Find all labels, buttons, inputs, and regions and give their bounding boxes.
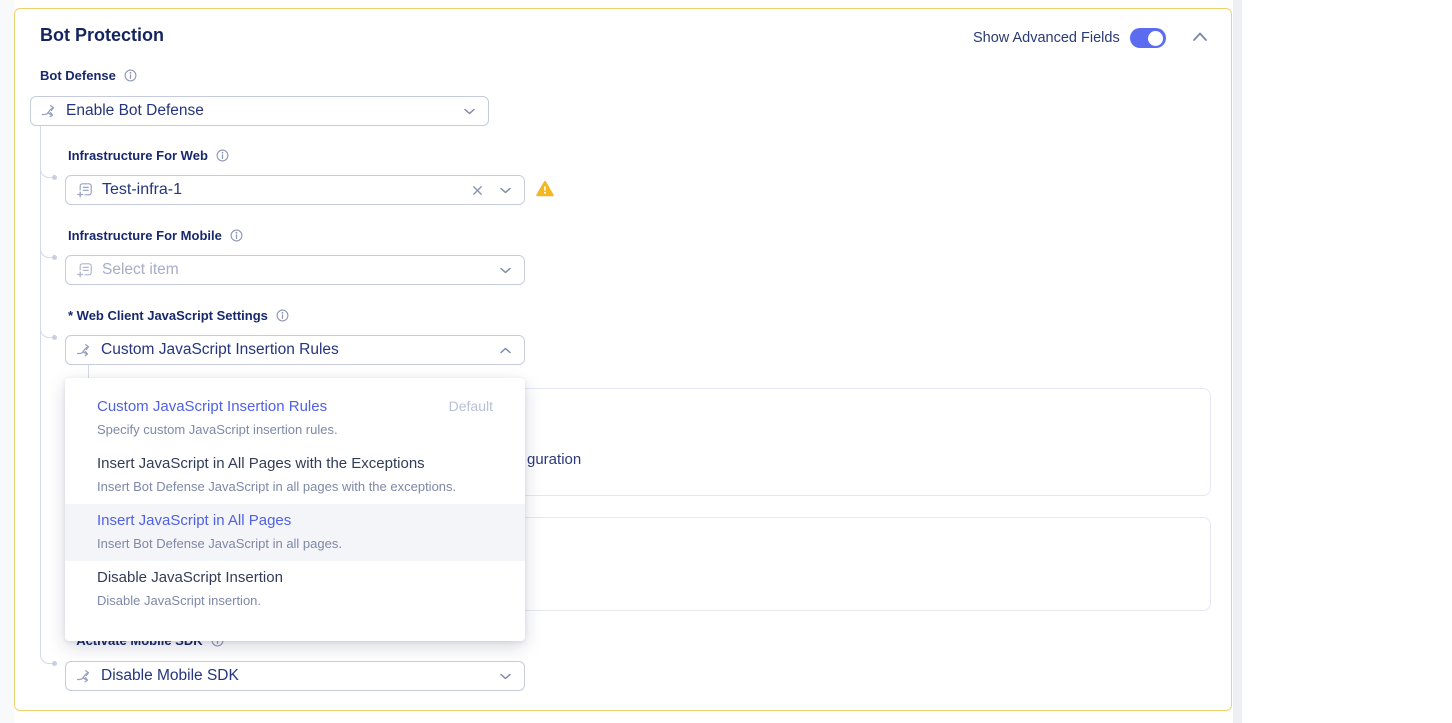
select-placeholder: Select item [102,261,491,279]
advanced-fields-label: Show Advanced Fields [973,30,1120,46]
select-value: Disable Mobile SDK [101,667,491,685]
menu-option-title: Custom JavaScript Insertion Rules [97,398,327,415]
menu-option-insert-js-all-pages-exceptions[interactable]: Insert JavaScript in All Pages with the … [65,447,525,504]
menu-option-insert-js-all-pages[interactable]: Insert JavaScript in All Pages Insert Bo… [65,504,525,561]
tree-connector-dot [52,661,57,666]
bot-protection-screen: Bot Protection Show Advanced Fields gura… [0,0,1452,723]
fork-arrows-icon [41,103,57,119]
clear-icon[interactable] [472,185,483,196]
fork-arrows-icon [76,342,92,358]
list-select-icon [76,182,93,199]
fork-arrows-icon [76,668,92,684]
menu-option-disable-js-insertion[interactable]: Disable JavaScript Insertion Disable Jav… [65,561,525,618]
chevron-down-icon [500,267,511,274]
warning-icon [536,180,554,197]
menu-option-title: Disable JavaScript Insertion [97,569,283,586]
advanced-fields-toggle[interactable] [1130,28,1166,48]
select-value: Custom JavaScript Insertion Rules [101,341,491,359]
mobile-sdk-select[interactable]: Disable Mobile SDK [65,661,525,691]
info-icon[interactable] [276,309,289,322]
menu-option-description: Specify custom JavaScript insertion rule… [97,422,493,437]
select-value: Enable Bot Defense [66,102,455,120]
field-label: * Web Client JavaScript Settings [68,308,268,323]
chevron-down-icon [464,108,475,115]
tree-guide-line-nested [88,365,89,379]
chevron-down-icon [500,187,511,194]
web-js-select[interactable]: Custom JavaScript Insertion Rules [65,335,525,365]
info-icon[interactable] [124,69,137,82]
menu-option-title: Insert JavaScript in All Pages [97,512,291,529]
menu-option-description: Disable JavaScript insertion. [97,593,493,608]
field-label: Bot Defense [40,68,116,83]
collapse-section-button[interactable] [1192,31,1208,43]
chevron-up-icon [1192,31,1208,43]
tree-connector-dot [52,175,57,180]
info-icon[interactable] [230,229,243,242]
tree-connector-dot [52,255,57,260]
page-gutter-left [0,0,14,723]
infra-web-label-row: Infrastructure For Web [68,148,229,163]
page-title: Bot Protection [40,25,164,46]
obscured-config-text: guration [527,451,581,468]
toggle-knob [1148,31,1163,46]
menu-option-description: Insert Bot Defense JavaScript in all pag… [97,536,493,551]
default-badge: Default [449,398,493,414]
field-label: Infrastructure For Web [68,148,208,163]
infra-mobile-select[interactable]: Select item [65,255,525,285]
field-label: Infrastructure For Mobile [68,228,222,243]
info-icon[interactable] [216,149,229,162]
chevron-up-icon [500,347,511,354]
infra-web-select[interactable]: Test-infra-1 [65,175,525,205]
infra-mobile-label-row: Infrastructure For Mobile [68,228,243,243]
tree-guide-line [40,125,41,653]
list-select-icon [76,262,93,279]
tree-connector-dot [52,335,57,340]
bot-defense-select[interactable]: Enable Bot Defense [30,96,489,126]
menu-option-custom-js-insertion-rules[interactable]: Custom JavaScript Insertion Rules Defaul… [65,390,525,447]
web-js-label-row: * Web Client JavaScript Settings [68,308,289,323]
js-settings-dropdown-menu: Custom JavaScript Insertion Rules Defaul… [65,378,525,641]
select-value: Test-infra-1 [102,181,463,199]
menu-option-description: Insert Bot Defense JavaScript in all pag… [97,479,493,494]
bot-defense-label-row: Bot Defense [40,68,137,83]
menu-option-title: Insert JavaScript in All Pages with the … [97,455,425,472]
advanced-fields-control: Show Advanced Fields [973,28,1166,48]
chevron-down-icon [500,673,511,680]
page-gutter-right [1233,0,1242,723]
